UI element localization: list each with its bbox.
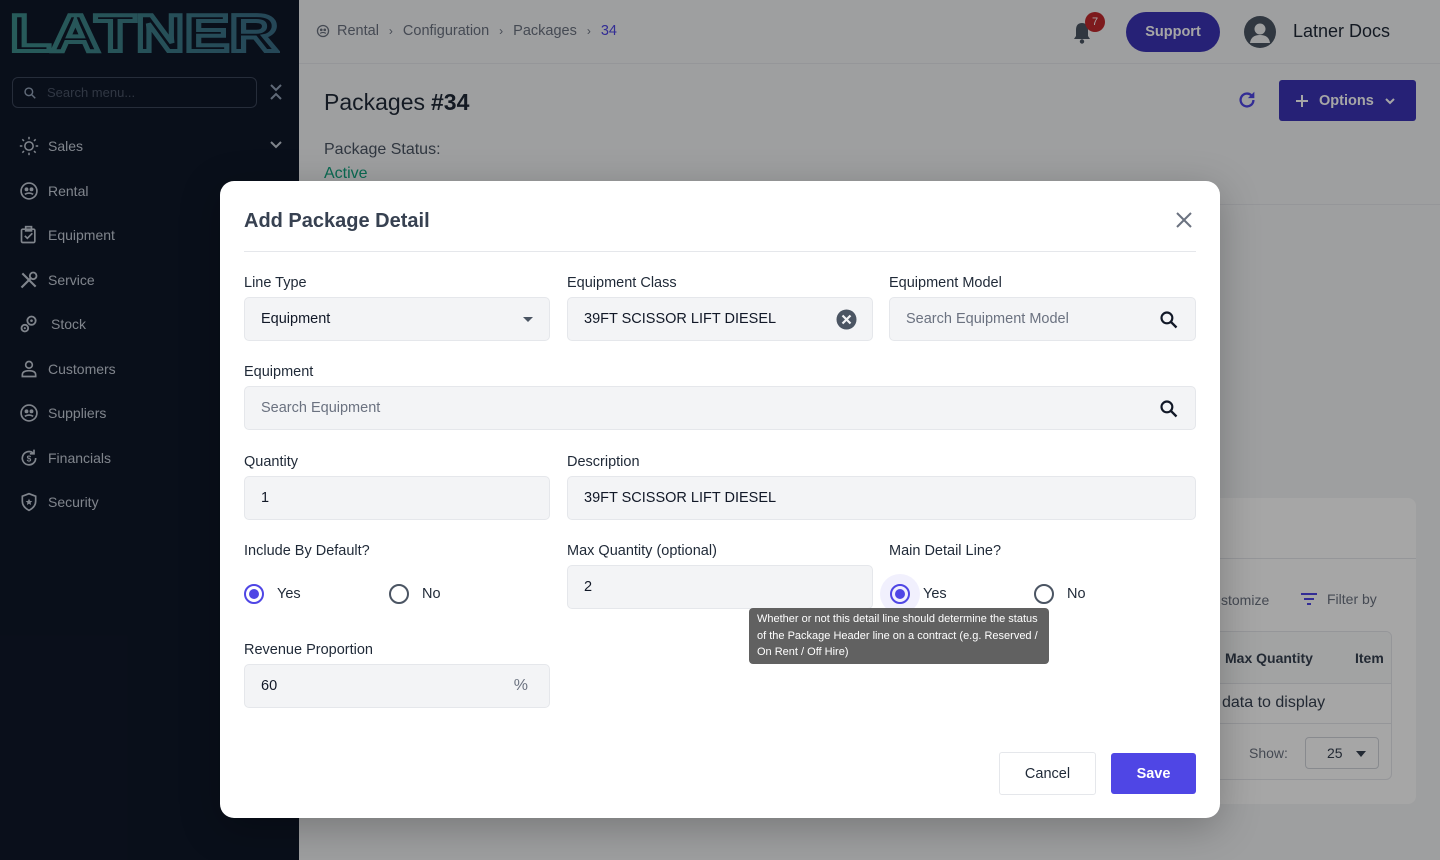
- equipment-model-search[interactable]: Search Equipment Model: [889, 297, 1196, 341]
- cancel-button[interactable]: Cancel: [999, 752, 1096, 795]
- equipment-model-placeholder: Search Equipment Model: [906, 311, 1069, 327]
- description-value: 39FT SCISSOR LIFT DIESEL: [584, 490, 777, 506]
- include-default-no-radio[interactable]: No: [389, 584, 441, 604]
- radio-checked-icon: [890, 584, 910, 604]
- equipment-model-label: Equipment Model: [889, 275, 1002, 291]
- search-icon[interactable]: [1159, 399, 1179, 419]
- quantity-value: 1: [261, 490, 270, 506]
- radio-label: No: [1067, 586, 1086, 602]
- main-detail-no-radio[interactable]: No: [1034, 584, 1086, 604]
- max-quantity-label: Max Quantity (optional): [567, 543, 717, 559]
- max-quantity-input[interactable]: 2: [567, 565, 873, 609]
- main-detail-yes-radio[interactable]: Yes: [880, 574, 947, 614]
- include-default-yes-radio[interactable]: Yes: [244, 584, 301, 604]
- main-detail-tooltip: Whether or not this detail line should d…: [749, 608, 1049, 664]
- add-package-detail-modal: Add Package Detail Line Type Equipment E…: [220, 181, 1220, 818]
- equipment-class-label: Equipment Class: [567, 275, 677, 291]
- radio-label: No: [422, 586, 441, 602]
- equipment-class-value: 39FT SCISSOR LIFT DIESEL: [584, 311, 777, 327]
- radio-label: Yes: [277, 586, 301, 602]
- line-type-select[interactable]: Equipment: [244, 297, 550, 341]
- modal-divider: [244, 251, 1196, 252]
- close-icon: [1176, 212, 1192, 228]
- main-detail-line-label: Main Detail Line?: [889, 543, 1002, 559]
- description-input[interactable]: 39FT SCISSOR LIFT DIESEL: [567, 476, 1196, 520]
- revenue-proportion-value: 60: [261, 678, 278, 694]
- close-button[interactable]: [1175, 211, 1193, 232]
- search-icon[interactable]: [1159, 310, 1179, 330]
- equipment-class-field[interactable]: 39FT SCISSOR LIFT DIESEL: [567, 297, 873, 341]
- description-label: Description: [567, 454, 640, 470]
- save-button[interactable]: Save: [1111, 753, 1196, 794]
- radio-checked-icon: [244, 584, 264, 604]
- clear-icon[interactable]: [836, 309, 857, 330]
- equipment-placeholder: Search Equipment: [261, 400, 381, 416]
- radio-unchecked-icon: [389, 584, 409, 604]
- revenue-proportion-input[interactable]: 60 %: [244, 664, 550, 708]
- line-type-value: Equipment: [261, 311, 331, 327]
- radio-label: Yes: [923, 586, 947, 602]
- equipment-search[interactable]: Search Equipment: [244, 386, 1196, 430]
- revenue-proportion-label: Revenue Proportion: [244, 642, 373, 658]
- include-by-default-label: Include By Default?: [244, 543, 370, 559]
- quantity-input[interactable]: 1: [244, 476, 550, 520]
- modal-title: Add Package Detail: [244, 210, 430, 232]
- max-quantity-value: 2: [584, 579, 593, 595]
- percent-unit: %: [513, 677, 528, 694]
- quantity-label: Quantity: [244, 454, 298, 470]
- line-type-label: Line Type: [244, 275, 307, 291]
- caret-down-icon: [523, 317, 533, 322]
- radio-unchecked-icon: [1034, 584, 1054, 604]
- equipment-label: Equipment: [244, 364, 314, 380]
